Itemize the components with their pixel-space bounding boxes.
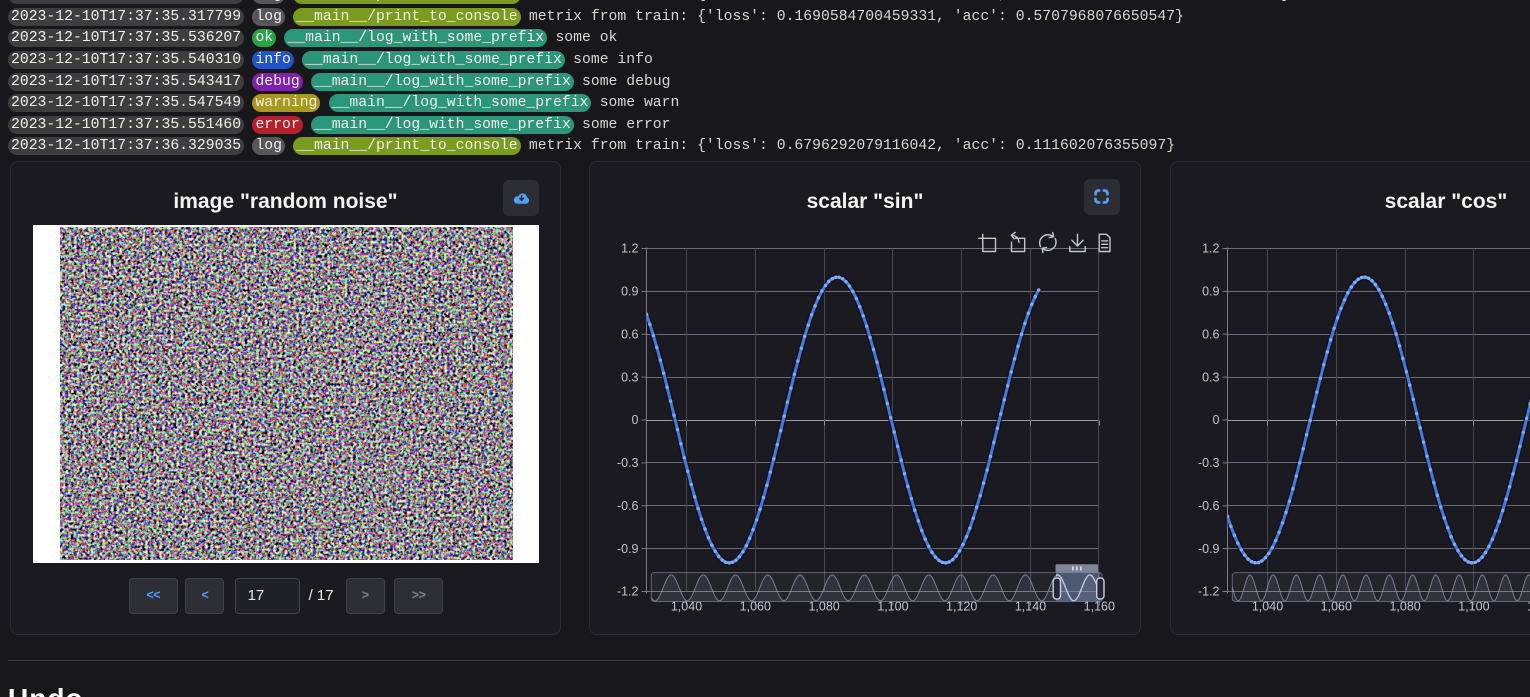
svg-text:0.3: 0.3	[621, 370, 638, 384]
svg-text:-1.2: -1.2	[1198, 585, 1220, 599]
svg-text:-0.9: -0.9	[617, 542, 639, 556]
svg-text:0: 0	[632, 413, 639, 427]
svg-text:-0.6: -0.6	[617, 499, 639, 513]
svg-text:-1.2: -1.2	[617, 585, 639, 599]
svg-text:-0.9: -0.9	[1198, 542, 1220, 556]
svg-text:-0.6: -0.6	[1198, 499, 1220, 513]
svg-text:0.9: 0.9	[621, 285, 638, 299]
svg-text:1.2: 1.2	[621, 242, 638, 256]
svg-text:0.6: 0.6	[621, 327, 638, 341]
svg-text:0.6: 0.6	[1202, 327, 1219, 341]
svg-text:0: 0	[1213, 413, 1220, 427]
svg-text:-0.3: -0.3	[617, 456, 639, 470]
svg-text:0.9: 0.9	[1202, 285, 1219, 299]
svg-text:-0.3: -0.3	[1198, 456, 1220, 470]
svg-text:0.3: 0.3	[1202, 370, 1219, 384]
svg-text:1.2: 1.2	[1202, 242, 1219, 256]
